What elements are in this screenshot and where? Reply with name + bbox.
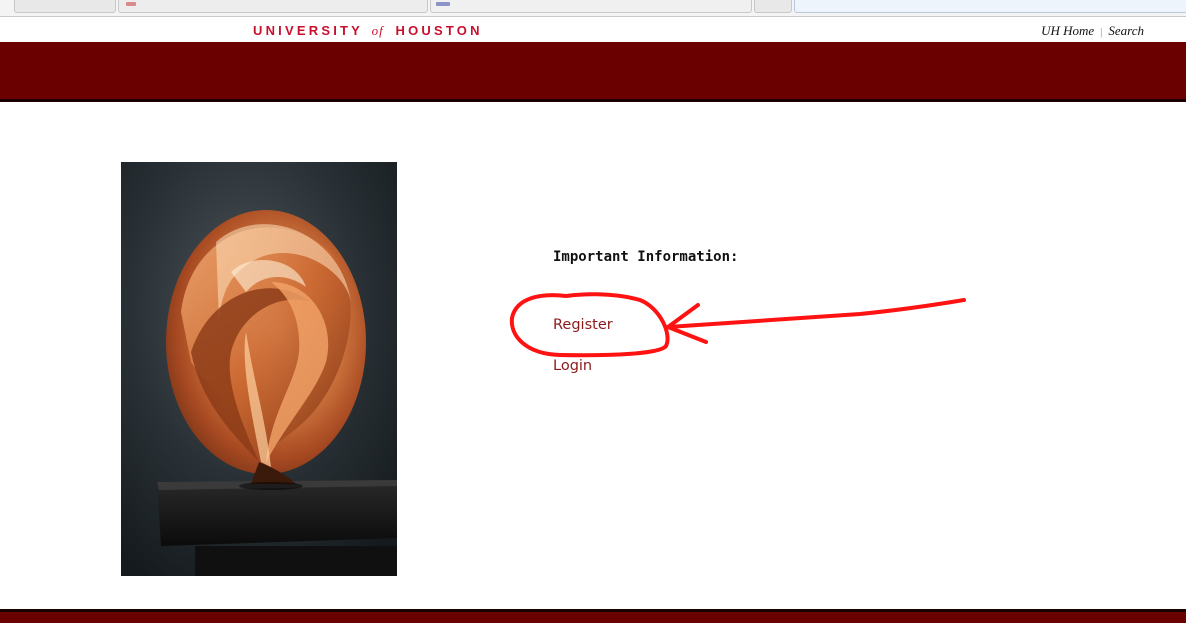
uh-home-link[interactable]: UH Home xyxy=(1041,23,1094,38)
browser-tab[interactable] xyxy=(14,0,116,13)
tab-favicon xyxy=(436,2,450,6)
site-header: UNIVERSITY of HOUSTON UH Home | Search xyxy=(0,17,1186,42)
annotation-arrow-shaft xyxy=(666,298,966,329)
footer-bar xyxy=(0,609,1186,623)
utility-links: UH Home | Search xyxy=(1041,23,1144,39)
sculpture-image xyxy=(121,162,397,576)
annotation-arrowhead xyxy=(666,303,708,344)
browser-tab[interactable] xyxy=(754,0,792,13)
link-separator: | xyxy=(1100,26,1103,38)
wordmark-university: UNIVERSITY xyxy=(253,23,363,38)
browser-tab[interactable] xyxy=(118,0,428,13)
wordmark-houston: HOUSTON xyxy=(395,23,483,38)
university-wordmark[interactable]: UNIVERSITY of HOUSTON xyxy=(253,23,483,39)
wordmark-of: of xyxy=(371,23,384,38)
browser-tab-active[interactable] xyxy=(794,0,1186,13)
register-link[interactable]: Register xyxy=(553,317,613,333)
header-banner xyxy=(0,42,1186,102)
sculpture-photo xyxy=(121,162,397,576)
browser-tab[interactable] xyxy=(430,0,752,13)
search-link[interactable]: Search xyxy=(1108,23,1144,38)
tab-favicon xyxy=(126,2,136,6)
browser-tab-strip xyxy=(0,0,1186,17)
login-link[interactable]: Login xyxy=(553,358,592,374)
important-info-heading: Important Information: xyxy=(553,249,739,265)
